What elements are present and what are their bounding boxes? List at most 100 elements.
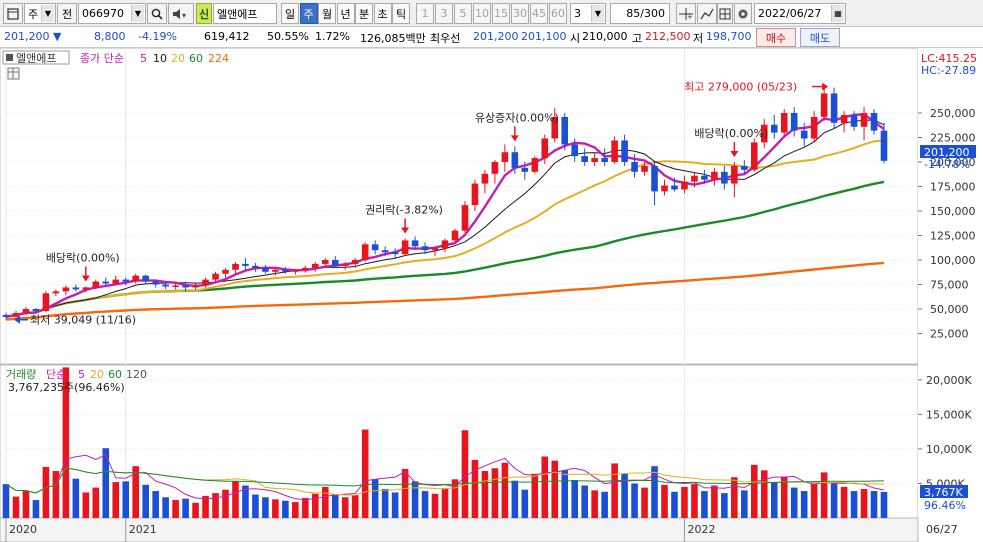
custom-interval-select[interactable]: 3 ▼ bbox=[570, 3, 606, 24]
candle-up bbox=[501, 152, 509, 162]
candle-down bbox=[32, 309, 40, 311]
search-button[interactable] bbox=[147, 3, 167, 24]
buy-button[interactable]: 매수 bbox=[756, 28, 796, 47]
candle-up bbox=[840, 114, 848, 123]
volume-bar bbox=[12, 496, 20, 518]
period-tab-4[interactable]: 분 bbox=[355, 3, 373, 24]
interval-button-10[interactable]: 10 bbox=[473, 3, 491, 24]
volume-bar bbox=[541, 456, 549, 518]
period-tab-5[interactable]: 초 bbox=[373, 3, 392, 24]
best-bid: 201,100 bbox=[521, 30, 567, 43]
stock-chart[interactable]: 배당락(0.00%) 권리락(-3.82%) 유상증자(0.00%) 배당락(0.00… bbox=[0, 47, 983, 542]
speaker-button[interactable]: ▾ bbox=[168, 3, 194, 24]
candle-up bbox=[341, 263, 349, 266]
period-select[interactable]: 주 ▼ bbox=[24, 3, 56, 24]
prev-button[interactable]: 전 bbox=[57, 3, 77, 24]
volume-bar bbox=[790, 487, 798, 518]
volume-bar bbox=[142, 484, 149, 518]
volume-bar bbox=[561, 470, 569, 518]
interval-button-3[interactable]: 3 bbox=[435, 3, 453, 24]
interval-button-60[interactable]: 60 bbox=[549, 3, 567, 24]
interval-button-30[interactable]: 30 bbox=[511, 3, 529, 24]
event-label: 유상증자(0.00%) bbox=[475, 111, 559, 124]
volume-bar bbox=[471, 459, 479, 518]
candle-down bbox=[741, 165, 748, 170]
volume-bar bbox=[222, 489, 229, 518]
turnover-ratio: 1.72% bbox=[315, 30, 350, 43]
volume-bar bbox=[701, 491, 708, 518]
volume-bar bbox=[671, 491, 678, 518]
volume-bar bbox=[262, 497, 269, 518]
sell-button[interactable]: 매도 bbox=[800, 28, 840, 47]
price-tick-label: 225,000 bbox=[930, 132, 976, 145]
page-counter[interactable]: 85/300 bbox=[610, 3, 670, 24]
volume-bar bbox=[511, 480, 519, 518]
x-tick-label: 2022 bbox=[687, 523, 715, 536]
period-tab-0[interactable]: 일 bbox=[281, 3, 299, 24]
calendar-icon: ▦ bbox=[831, 5, 844, 22]
candle-up bbox=[751, 142, 758, 170]
best-ask-label: 최우선 bbox=[430, 32, 461, 45]
event-label: 권리락(-3.82%) bbox=[365, 203, 443, 216]
candle-down bbox=[381, 250, 389, 253]
candle-up bbox=[222, 269, 229, 274]
candle-up bbox=[591, 158, 598, 162]
window-icon[interactable] bbox=[3, 3, 23, 24]
volume-bar bbox=[72, 478, 80, 518]
candle-up bbox=[780, 113, 788, 133]
interval-button-5[interactable]: 5 bbox=[454, 3, 472, 24]
trade-volume: 619,412 bbox=[204, 30, 250, 43]
crosshair-button[interactable]: + bbox=[676, 3, 696, 24]
custom-interval-value: 3 bbox=[574, 7, 581, 20]
volume-bar bbox=[212, 493, 219, 518]
candle-up bbox=[232, 263, 239, 270]
volume-bar bbox=[192, 502, 199, 518]
last-volume-label: 3,767,235주(96.46%) bbox=[8, 381, 125, 394]
volume-tick-label: 15,000K bbox=[926, 408, 972, 421]
volume-bar bbox=[2, 484, 10, 518]
candle-up bbox=[212, 273, 219, 280]
price-change-pct: -4.19% bbox=[138, 30, 177, 43]
volume-bar bbox=[182, 498, 189, 518]
candle-up bbox=[481, 173, 489, 184]
candle-down bbox=[800, 130, 808, 139]
candle-up bbox=[810, 116, 818, 139]
volume-bar bbox=[501, 462, 509, 518]
chart-area[interactable]: 배당락(0.00%) 권리락(-3.82%) 유상증자(0.00%) 배당락(0.00… bbox=[0, 47, 983, 542]
volume-bar bbox=[302, 497, 309, 518]
candle-up bbox=[711, 171, 718, 180]
volume-bar bbox=[272, 499, 279, 518]
stock-name-value: 엘앤에프 bbox=[217, 7, 258, 21]
volume-bar bbox=[611, 463, 618, 518]
ma20-label: 20 bbox=[171, 52, 185, 65]
candle-down bbox=[581, 156, 588, 162]
panel-menu-icon[interactable] bbox=[6, 54, 13, 61]
period-tab-3[interactable]: 년 bbox=[336, 3, 355, 24]
down-arrow-icon: ▼ bbox=[53, 30, 62, 43]
period-tab-6[interactable]: 틱 bbox=[392, 3, 410, 24]
period-tab-1[interactable]: 주 bbox=[299, 3, 318, 24]
page-counter-value: 85/300 bbox=[626, 7, 665, 20]
settings-button[interactable] bbox=[734, 3, 752, 24]
candle-down bbox=[651, 165, 658, 192]
candle-down bbox=[152, 281, 159, 285]
candle-up bbox=[272, 269, 279, 272]
date-input[interactable]: 2022/06/27 ▦ bbox=[754, 3, 846, 24]
volume-bar bbox=[491, 468, 499, 518]
volume-bar bbox=[571, 480, 578, 518]
stock-code-value: 066970 bbox=[82, 7, 124, 20]
candle-up bbox=[681, 181, 688, 190]
draw-tool-button[interactable] bbox=[697, 3, 717, 24]
interval-button-15[interactable]: 15 bbox=[492, 3, 510, 24]
gear-icon bbox=[738, 9, 748, 18]
candle-up bbox=[611, 140, 618, 162]
volume-bar bbox=[431, 493, 439, 518]
period-tab-2[interactable]: 월 bbox=[318, 3, 336, 24]
candle-up bbox=[321, 260, 329, 264]
interval-button-1[interactable]: 1 bbox=[416, 3, 434, 24]
price-tick-label: 125,000 bbox=[930, 230, 976, 243]
grid-button[interactable] bbox=[717, 3, 733, 24]
interval-button-45[interactable]: 45 bbox=[530, 3, 548, 24]
volume-bar bbox=[232, 481, 239, 518]
stock-code-input[interactable]: 066970 ▼ bbox=[78, 3, 146, 24]
